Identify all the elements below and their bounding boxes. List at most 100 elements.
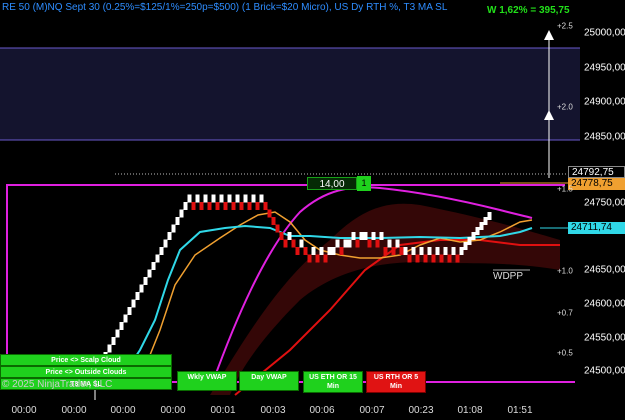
price-axis-label: 24600,00 (584, 298, 625, 310)
cyan-level-tag: 24711,74 (568, 222, 625, 234)
time-axis-label: 00:01 (210, 405, 236, 416)
renko-brick (455, 254, 460, 263)
renko-brick (423, 254, 428, 263)
renko-brick (191, 202, 196, 210)
scalp-cloud-button[interactable]: Price <> Scalp Cloud (0, 354, 172, 366)
renko-brick (291, 239, 296, 248)
renko-brick (115, 329, 120, 338)
renko-brick (467, 237, 472, 245)
renko-brick (211, 194, 216, 203)
renko-brick (299, 239, 304, 248)
renko-brick (303, 247, 308, 255)
renko-brick (171, 224, 176, 233)
renko-brick (283, 239, 288, 248)
multiplier-label: +2.0 (557, 102, 573, 112)
renko-brick (339, 247, 344, 255)
multiplier-label: +2.5 (557, 21, 573, 31)
renko-brick (255, 202, 260, 210)
renko-brick (239, 202, 244, 210)
renko-brick (371, 232, 376, 240)
renko-brick (151, 262, 156, 270)
time-axis-label: 01:51 (507, 405, 533, 416)
renko-brick (335, 239, 340, 248)
renko-brick (187, 194, 192, 203)
multiplier-label: +0.7 (557, 308, 573, 318)
us-rth-or-button[interactable]: US RTH OR 5 Min (366, 371, 426, 393)
renko-brick (435, 247, 440, 255)
renko-brick (431, 254, 436, 263)
time-axis-label: 00:06 (309, 405, 335, 416)
renko-brick (223, 202, 228, 210)
renko-brick (475, 227, 480, 235)
renko-brick (107, 344, 112, 353)
renko-brick (215, 202, 220, 210)
renko-brick (479, 222, 484, 230)
renko-brick (111, 337, 116, 345)
renko-brick (439, 254, 444, 263)
renko-brick (231, 202, 236, 210)
resistance-zone (0, 48, 580, 140)
day-vwap-button[interactable]: Day VWAP (239, 371, 299, 391)
multiplier-label: +1.5 (557, 184, 573, 194)
renko-brick (235, 194, 240, 203)
renko-brick (367, 239, 372, 248)
renko-brick (351, 232, 356, 240)
renko-brick (459, 247, 464, 255)
renko-brick (307, 254, 312, 263)
renko-brick (251, 194, 256, 203)
price-axis-label: 24550,00 (584, 332, 625, 344)
renko-brick (275, 224, 280, 233)
us-eth-or-button[interactable]: US ETH OR 15 Min (303, 371, 363, 393)
renko-brick (131, 299, 136, 308)
renko-brick (259, 194, 264, 203)
renko-brick (347, 239, 352, 248)
price-axis-label: 24750,00 (584, 197, 625, 209)
renko-brick (203, 194, 208, 203)
renko-brick (391, 247, 396, 255)
renko-brick (175, 217, 180, 225)
renko-brick (379, 232, 384, 240)
renko-brick (327, 247, 332, 255)
renko-brick (443, 247, 448, 255)
renko-brick (403, 247, 408, 255)
renko-brick (323, 254, 328, 263)
renko-brick (447, 254, 452, 263)
renko-brick (355, 239, 360, 248)
renko-brick (419, 247, 424, 255)
renko-brick (287, 232, 292, 240)
renko-brick (295, 247, 300, 255)
chart-title: RE 50 (M)NQ Sept 30 (0.25%=$125/1%=250p=… (2, 2, 448, 13)
wkly-vwap-button[interactable]: Wkly VWAP (177, 371, 237, 391)
renko-brick (471, 232, 476, 240)
renko-brick (331, 247, 336, 255)
multiplier-label: +1.0 (557, 266, 573, 276)
renko-brick (243, 194, 248, 203)
renko-brick (359, 232, 364, 240)
renko-brick (399, 247, 404, 255)
trade-marker-value[interactable]: 14,00 (307, 177, 357, 190)
wdpp-label: WDPP (493, 271, 523, 282)
renko-brick (271, 217, 276, 225)
renko-brick (319, 247, 324, 255)
renko-brick (343, 239, 348, 248)
renko-brick (127, 307, 132, 315)
price-axis-label: 25000,00 (584, 27, 625, 39)
renko-brick (247, 202, 252, 210)
trade-marker-qty[interactable]: 1 (357, 176, 371, 191)
time-axis-label: 00:03 (260, 405, 286, 416)
performance-readout: W 1,62% = 395,75 (487, 5, 570, 16)
renko-brick (123, 314, 128, 323)
renko-brick (179, 209, 184, 218)
renko-brick (427, 247, 432, 255)
renko-brick (199, 202, 204, 210)
time-axis-label: 00:00 (160, 405, 186, 416)
outside-clouds-button[interactable]: Price <> Outside Clouds (0, 366, 172, 378)
price-axis-label: 24850,00 (584, 131, 625, 143)
renko-brick (315, 254, 320, 263)
renko-brick (163, 239, 168, 248)
renko-brick (387, 239, 392, 248)
renko-brick (451, 247, 456, 255)
renko-brick (167, 232, 172, 240)
renko-brick (487, 212, 492, 220)
renko-brick (415, 254, 420, 263)
